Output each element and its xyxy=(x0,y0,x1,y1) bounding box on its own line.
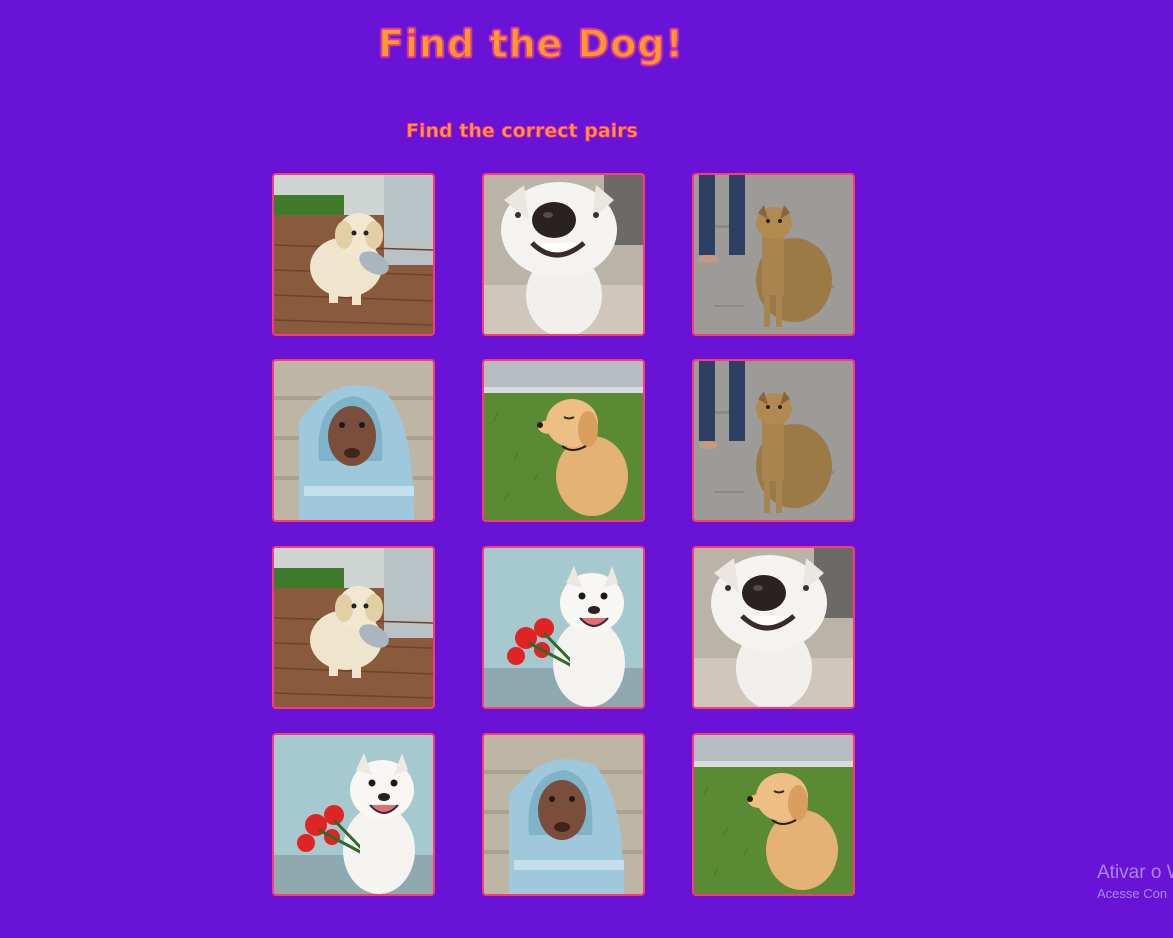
activation-hint: Acesse Con xyxy=(1097,886,1168,901)
memory-card[interactable] xyxy=(692,733,855,896)
smiling-white-dog-closeup-image xyxy=(694,548,853,707)
smiling-white-dog-closeup-image xyxy=(484,175,643,334)
chihuahua-in-blue-hoodie-image xyxy=(484,735,643,894)
windows-activation-watermark: Ativar o W Acesse Con xyxy=(1097,862,1173,901)
memory-card[interactable] xyxy=(272,546,435,709)
memory-card[interactable] xyxy=(692,359,855,522)
tan-dog-sitting-on-street-image xyxy=(694,361,853,520)
activation-title: Ativar o W xyxy=(1097,862,1173,883)
white-dog-with-red-flowers-image xyxy=(274,735,433,894)
page-subtitle: Find the correct pairs xyxy=(406,120,639,143)
memory-card[interactable] xyxy=(272,173,435,336)
memory-card[interactable] xyxy=(482,546,645,709)
golden-puppy-with-bowl-image xyxy=(274,548,433,707)
page-title: Find the Dog! xyxy=(377,21,684,67)
memory-card[interactable] xyxy=(482,733,645,896)
memory-card[interactable] xyxy=(482,359,645,522)
memory-card[interactable] xyxy=(692,173,855,336)
chihuahua-in-blue-hoodie-image xyxy=(274,361,433,520)
golden-puppy-on-grass-image xyxy=(694,735,853,894)
tan-dog-sitting-on-street-image xyxy=(694,175,853,334)
card-grid xyxy=(272,173,856,897)
memory-card[interactable] xyxy=(272,359,435,522)
memory-card[interactable] xyxy=(272,733,435,896)
memory-card[interactable] xyxy=(482,173,645,336)
white-dog-with-red-flowers-image xyxy=(484,548,643,707)
golden-puppy-with-bowl-image xyxy=(274,175,433,334)
memory-card[interactable] xyxy=(692,546,855,709)
golden-puppy-on-grass-image xyxy=(484,361,643,520)
